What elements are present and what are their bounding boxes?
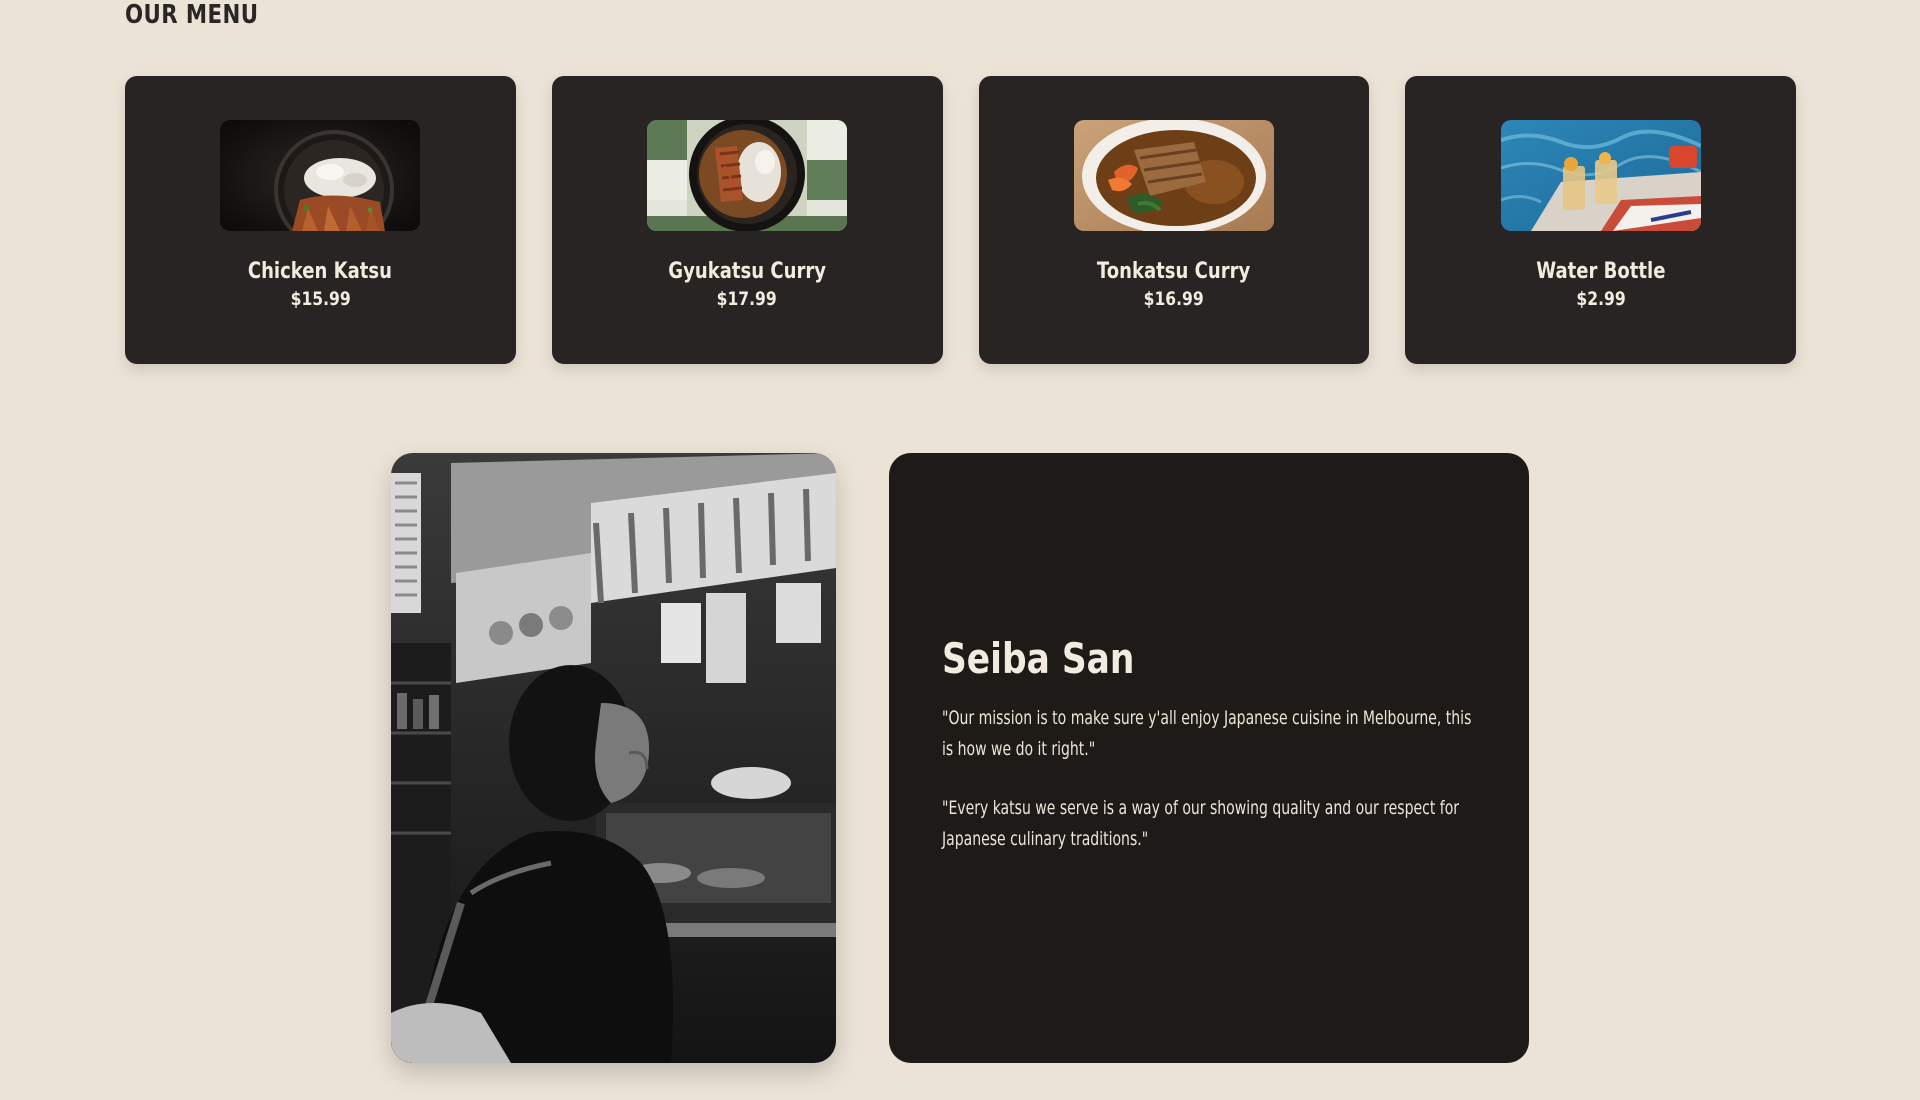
about-quote-quality: "Every katsu we serve is a way of our sh…	[942, 796, 1460, 850]
street-food-stall-photo	[391, 453, 836, 1063]
menu-item-name: Water Bottle	[1535, 259, 1666, 284]
about-card: Seiba San "Our mission is to make sure y…	[889, 453, 1529, 1063]
menu-item-name: Chicken Katsu	[248, 259, 393, 284]
menu-section-title: OUR MENU	[125, 0, 259, 30]
menu-item-price: $16.99	[1143, 288, 1204, 310]
water-bottle-photo	[1500, 120, 1701, 231]
menu-grid: Chicken Katsu $15.99 Gyukatsu Curry $17.…	[125, 76, 1796, 364]
menu-item-price: $17.99	[717, 288, 778, 310]
tonkatsu-curry-photo	[1073, 120, 1274, 231]
menu-item-name: Gyukatsu Curry	[668, 259, 826, 284]
about-quote-mission: "Our mission is to make sure y'all enjoy…	[942, 706, 1472, 760]
menu-item-name: Tonkatsu Curry	[1097, 259, 1251, 284]
menu-card-chicken-katsu[interactable]: Chicken Katsu $15.99	[125, 76, 516, 364]
gyukatsu-curry-photo	[647, 120, 848, 231]
menu-card-tonkatsu-curry[interactable]: Tonkatsu Curry $16.99	[978, 76, 1370, 364]
menu-card-gyukatsu-curry[interactable]: Gyukatsu Curry $17.99	[551, 76, 943, 364]
menu-item-price: $2.99	[1575, 288, 1626, 310]
menu-item-price: $15.99	[290, 288, 351, 310]
menu-card-water-bottle[interactable]: Water Bottle $2.99	[1405, 76, 1796, 364]
about-title: Seiba San	[942, 633, 1135, 683]
about-photo-card	[391, 453, 836, 1063]
page: OUR MENU Chicken Katsu $15.99 Gyukatsu C…	[0, 0, 1920, 1100]
chicken-katsu-photo	[220, 120, 421, 231]
